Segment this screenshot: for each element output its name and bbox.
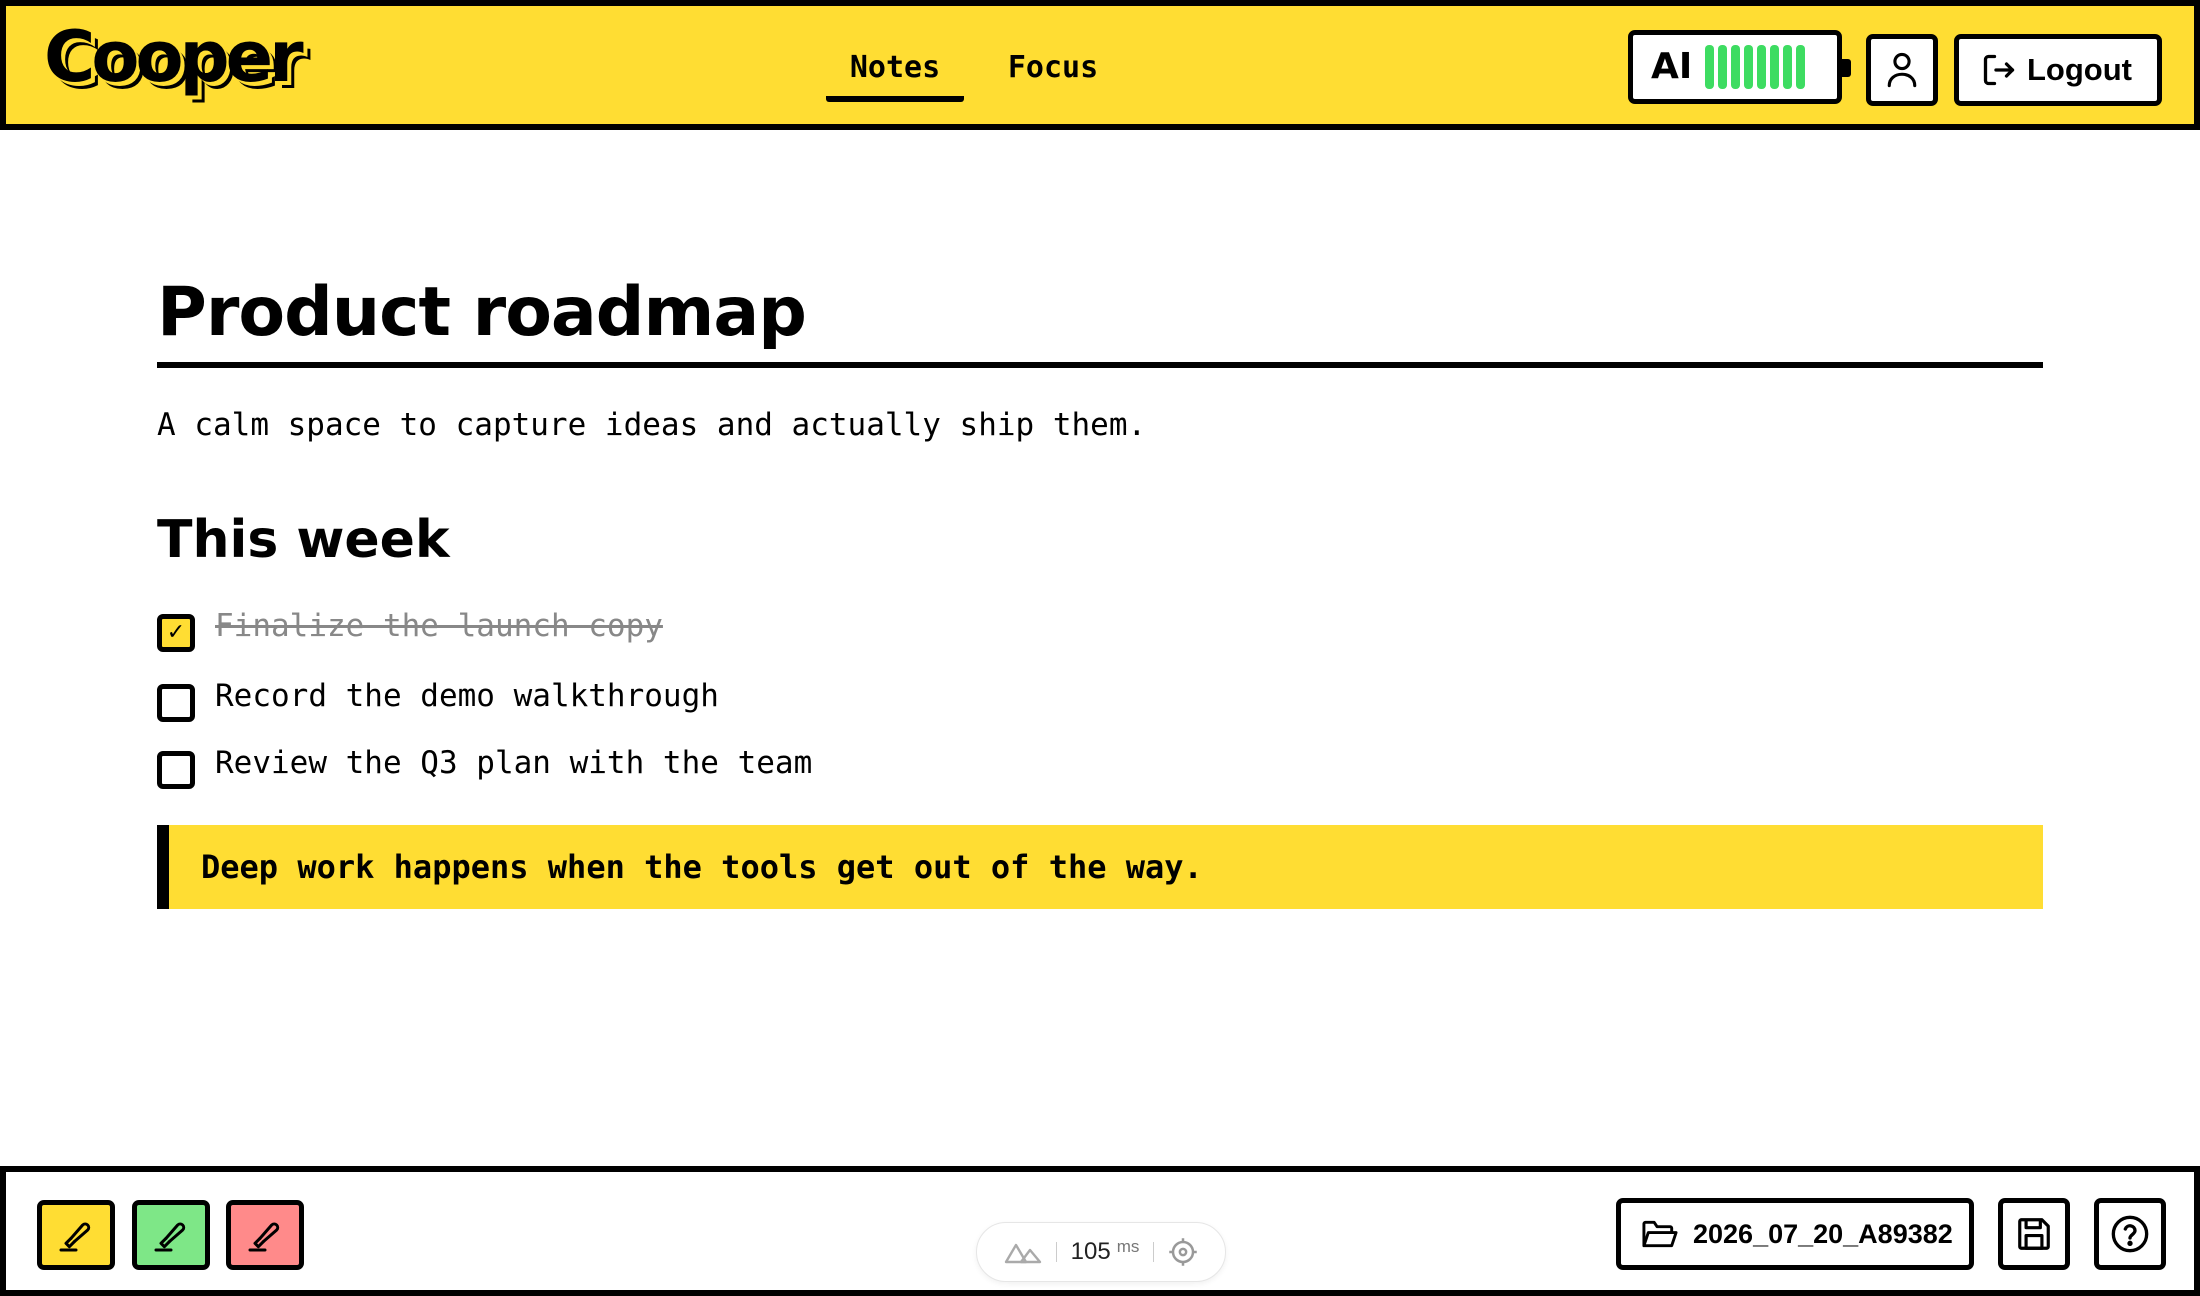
task-text[interactable]: Finalize the launch copy [215, 605, 663, 647]
highlighter-icon [248, 1222, 280, 1252]
battery-cell [1783, 45, 1792, 89]
top-bar: Cooper Notes Focus AI Logout [0, 0, 2200, 130]
save-icon [2018, 1218, 2050, 1250]
latency-readout: 105 ms [1070, 1237, 1140, 1266]
battery-cell [1705, 45, 1714, 89]
mountains-icon [1004, 1243, 1041, 1264]
task-checkbox-checked[interactable]: ✓ [157, 614, 195, 652]
user-icon [1887, 52, 1917, 88]
ai-label: AI [1651, 46, 1693, 87]
highlighter-icon [59, 1222, 91, 1252]
battery-cell [1757, 45, 1766, 89]
target-icon[interactable] [1168, 1237, 1198, 1267]
divider [1153, 1242, 1155, 1262]
battery-cell [1731, 45, 1740, 89]
page-subtitle[interactable]: A calm space to capture ideas and actual… [157, 404, 1146, 446]
battery-cells [1705, 45, 1805, 89]
latency-value: 105 [1070, 1238, 1111, 1265]
highlighter-icon [154, 1222, 186, 1252]
battery-cell [1718, 45, 1727, 89]
check-icon: ✓ [166, 620, 186, 645]
divider [1055, 1242, 1057, 1262]
highlighter-green-button[interactable] [132, 1200, 210, 1270]
bottom-toolbar: 105 ms 2026_07_20_A89382 [0, 1166, 2200, 1296]
user-button[interactable] [1866, 34, 1938, 106]
battery-cell [1744, 45, 1753, 89]
open-file-button[interactable]: 2026_07_20_A89382 [1616, 1198, 1974, 1270]
task-item: Review the Q3 plan with the team [157, 741, 812, 789]
task-item: ✓ Finalize the launch copy [157, 604, 663, 652]
tab-focus[interactable]: Focus [988, 46, 1118, 102]
latency-indicator[interactable]: 105 ms [976, 1222, 1226, 1282]
logout-button[interactable]: Logout [1954, 34, 2162, 106]
logout-icon [1983, 54, 2015, 86]
battery-cell [1770, 45, 1779, 89]
app-logo[interactable]: Cooper [44, 22, 304, 92]
help-button[interactable] [2094, 1198, 2166, 1270]
highlighter-yellow-button[interactable] [37, 1200, 115, 1270]
file-name: 2026_07_20_A89382 [1693, 1218, 1953, 1249]
folder-open-icon [1642, 1220, 1678, 1248]
page-title[interactable]: Product roadmap [157, 270, 2043, 368]
help-icon [2111, 1215, 2149, 1253]
task-item: Record the demo walkthrough [157, 674, 719, 722]
highlighter-red-button[interactable] [226, 1200, 304, 1270]
task-text[interactable]: Record the demo walkthrough [215, 675, 719, 717]
task-checkbox[interactable] [157, 684, 195, 722]
task-checkbox[interactable] [157, 751, 195, 789]
battery-cell [1796, 45, 1805, 89]
latency-unit: ms [1116, 1237, 1140, 1256]
task-text[interactable]: Review the Q3 plan with the team [215, 742, 812, 784]
ai-credits-battery[interactable]: AI [1628, 30, 1851, 104]
tab-notes[interactable]: Notes [826, 46, 964, 102]
logout-label: Logout [2027, 52, 2133, 87]
section-heading[interactable]: This week [157, 508, 450, 572]
highlighted-quote[interactable]: Deep work happens when the tools get out… [157, 825, 2043, 909]
save-button[interactable] [1998, 1198, 2070, 1270]
battery-nub [1841, 59, 1851, 77]
